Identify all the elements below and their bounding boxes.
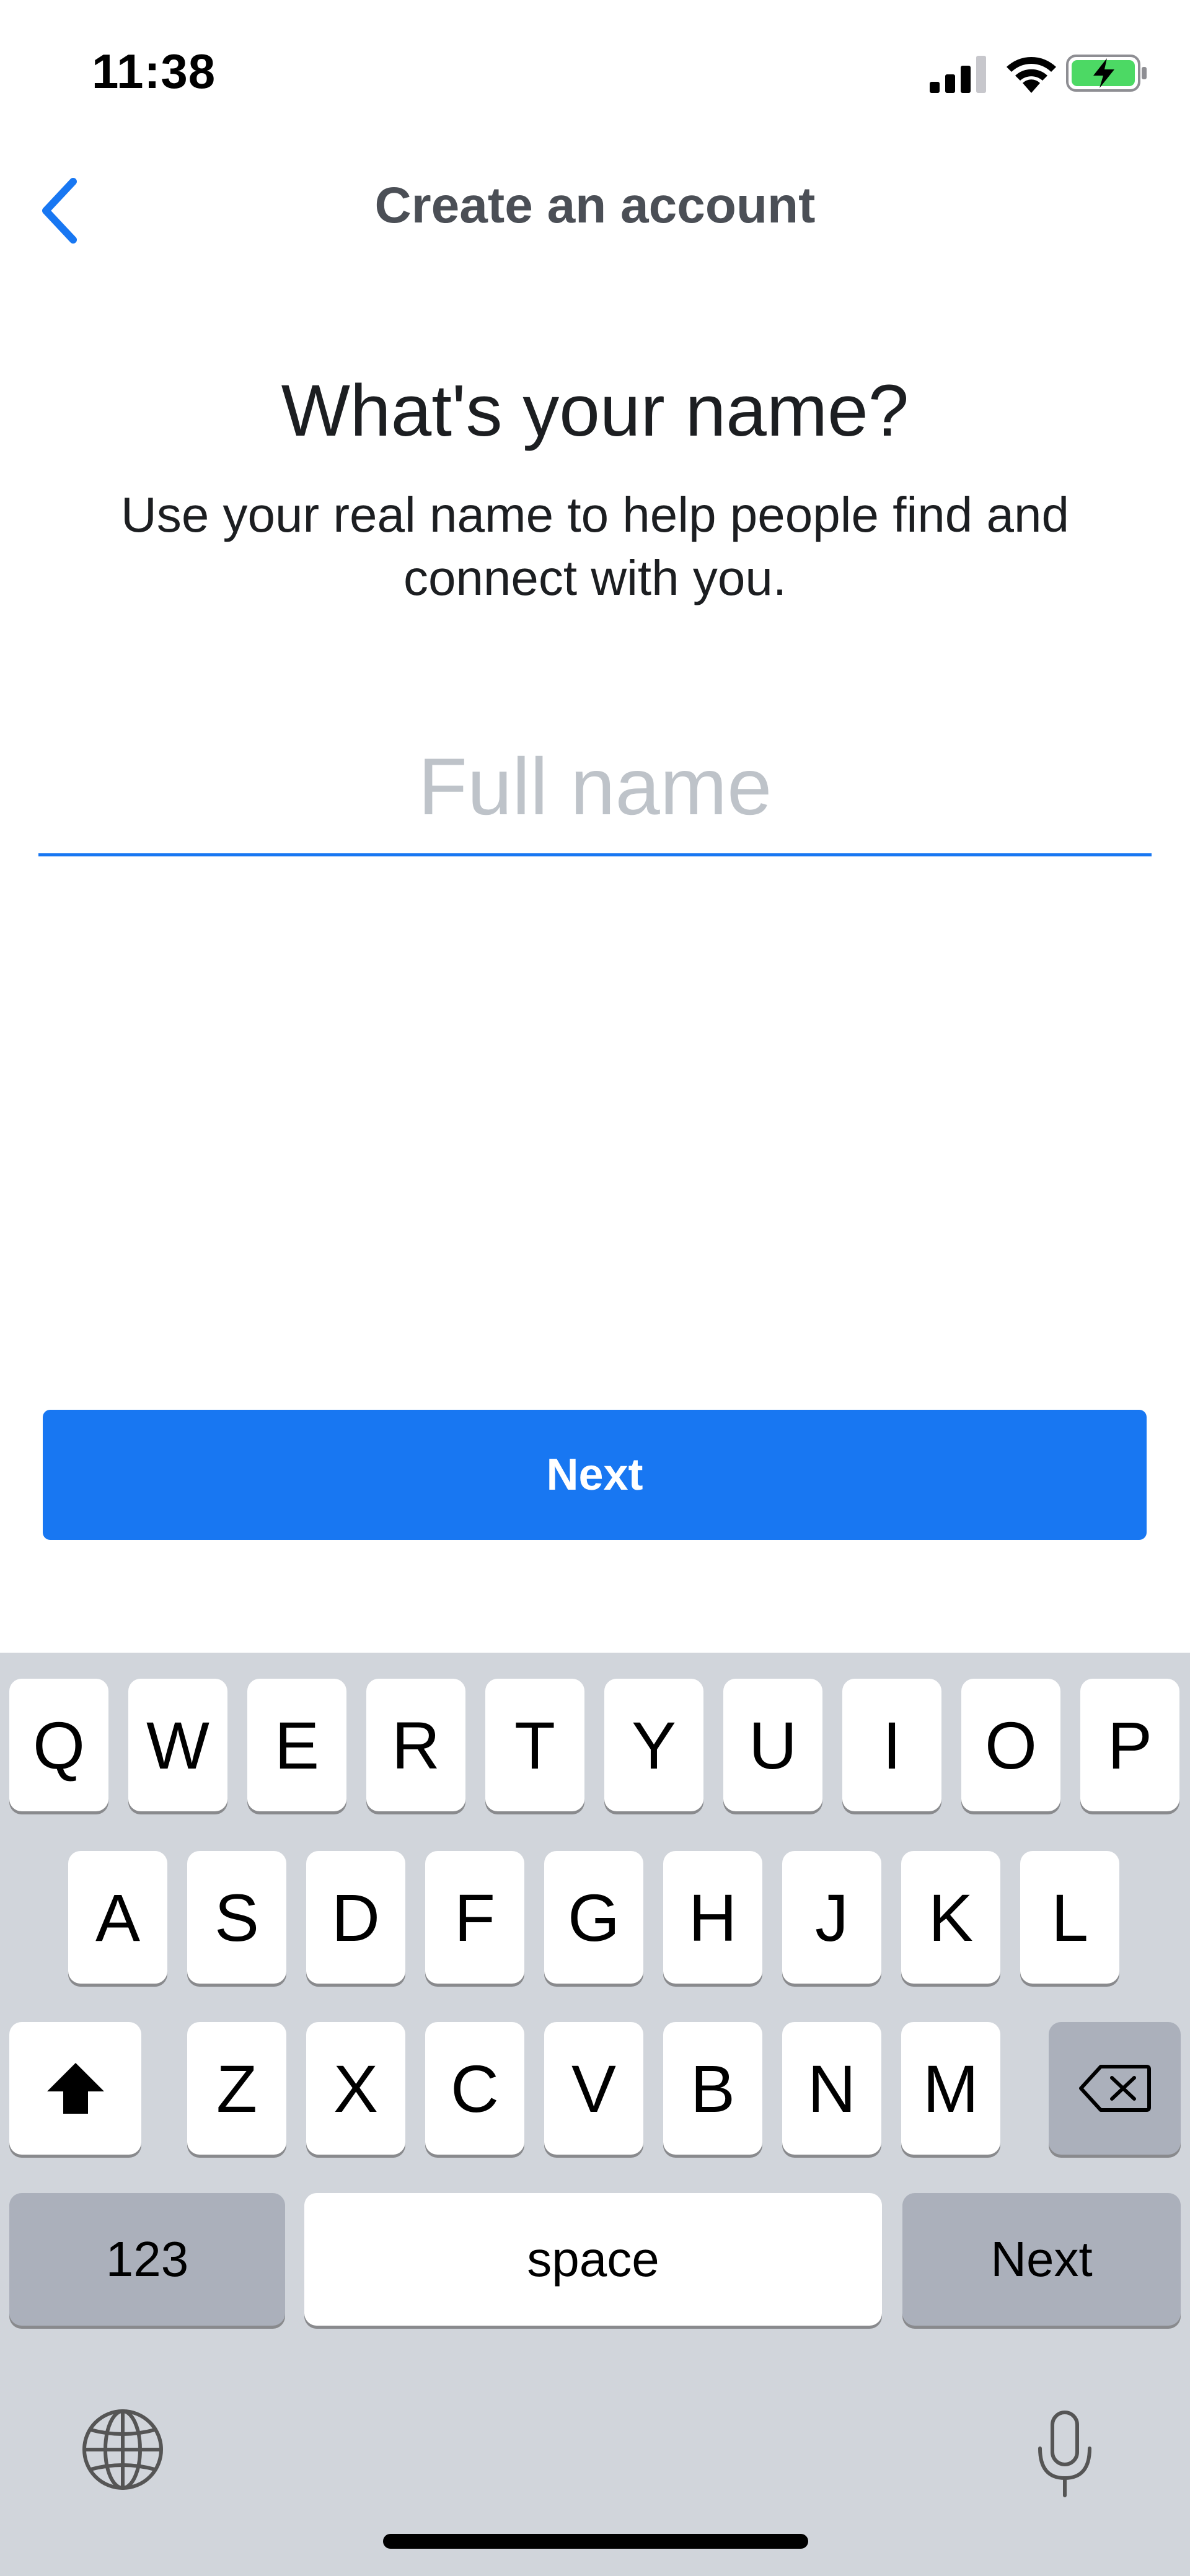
globe-icon[interactable] xyxy=(81,2407,165,2492)
shift-icon xyxy=(46,2063,104,2114)
key-u[interactable]: U xyxy=(723,1679,822,1811)
key-a[interactable]: A xyxy=(68,1851,167,1984)
space-key[interactable]: space xyxy=(304,2193,882,2326)
microphone-icon[interactable] xyxy=(1035,2410,1095,2498)
key-b[interactable]: B xyxy=(663,2022,762,2155)
headline: What's your name? xyxy=(281,370,909,452)
key-d[interactable]: D xyxy=(306,1851,405,1984)
key-i[interactable]: I xyxy=(842,1679,941,1811)
key-l[interactable]: L xyxy=(1020,1851,1119,1984)
key-m[interactable]: M xyxy=(901,2022,1000,2155)
signal-icon xyxy=(930,56,986,93)
key-j[interactable]: J xyxy=(782,1851,881,1984)
key-v[interactable]: V xyxy=(544,2022,643,2155)
key-n[interactable]: N xyxy=(782,2022,881,2155)
shift-key[interactable] xyxy=(9,2022,141,2155)
numbers-key[interactable]: 123 xyxy=(9,2193,285,2326)
delete-icon xyxy=(1078,2065,1151,2112)
wifi-icon xyxy=(1007,57,1056,93)
key-y[interactable]: Y xyxy=(604,1679,703,1811)
subtext: Use your real name to help people find a… xyxy=(121,487,1069,605)
home-indicator xyxy=(383,2534,808,2549)
key-q[interactable]: Q xyxy=(9,1679,108,1811)
key-s[interactable]: S xyxy=(187,1851,286,1984)
key-p[interactable]: P xyxy=(1080,1679,1179,1811)
status-time: 11:38 xyxy=(92,44,216,99)
key-o[interactable]: O xyxy=(961,1679,1060,1811)
key-w[interactable]: W xyxy=(128,1679,227,1811)
key-c[interactable]: C xyxy=(425,2022,524,2155)
return-next-key[interactable]: Next xyxy=(902,2193,1181,2326)
key-r[interactable]: R xyxy=(366,1679,465,1811)
key-e[interactable]: E xyxy=(247,1679,346,1811)
page-title: Create an account xyxy=(374,177,816,234)
delete-key[interactable] xyxy=(1049,2022,1181,2155)
full-name-input[interactable] xyxy=(38,719,1152,856)
key-g[interactable]: G xyxy=(544,1851,643,1984)
key-t[interactable]: T xyxy=(485,1679,584,1811)
key-f[interactable]: F xyxy=(425,1851,524,1984)
next-button[interactable]: Next xyxy=(43,1410,1147,1540)
key-z[interactable]: Z xyxy=(187,2022,286,2155)
key-h[interactable]: H xyxy=(663,1851,762,1984)
key-k[interactable]: K xyxy=(901,1851,1000,1984)
battery-charging-icon xyxy=(1066,55,1147,92)
keyboard: Q W E R T Y U I O P A S D F G H J K L Z … xyxy=(0,1653,1190,2576)
key-x[interactable]: X xyxy=(306,2022,405,2155)
